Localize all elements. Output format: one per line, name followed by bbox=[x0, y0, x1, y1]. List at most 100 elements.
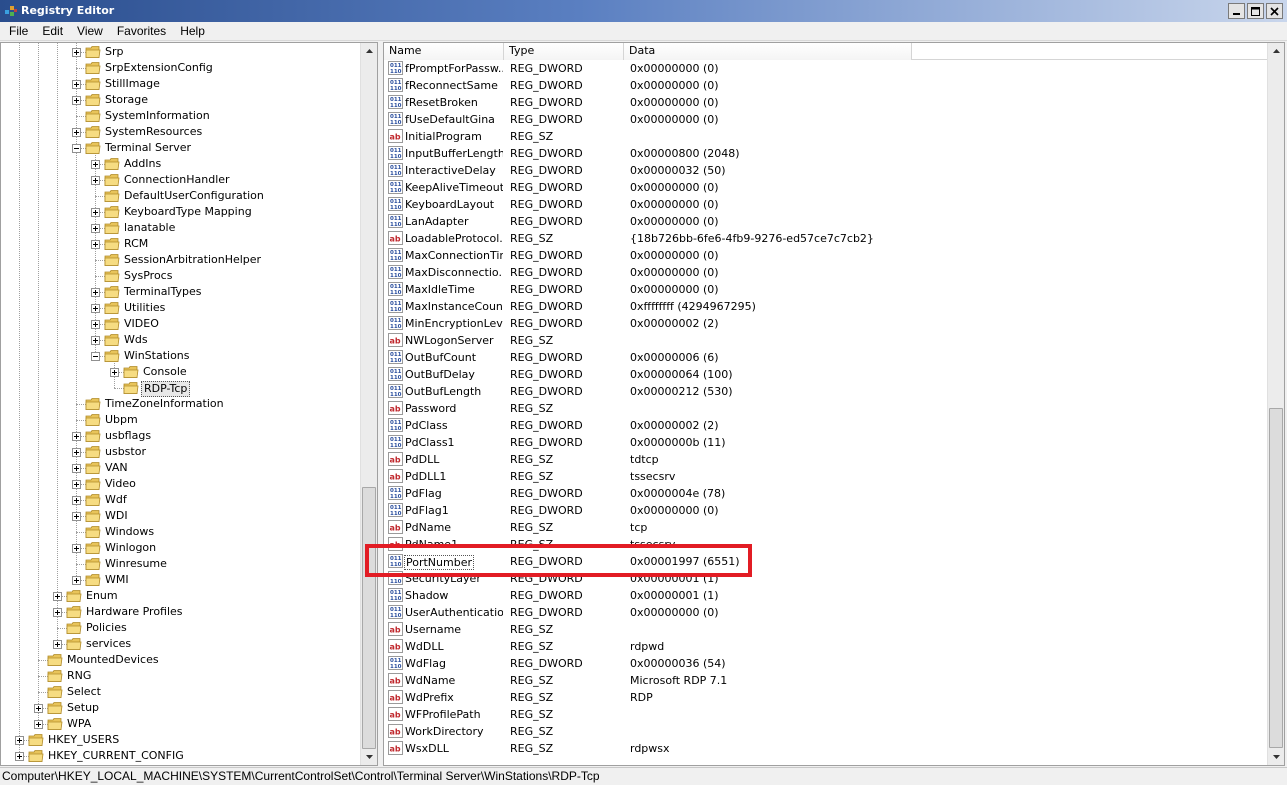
tree-node[interactable]: VIDEO bbox=[1, 316, 361, 332]
tree-node[interactable]: WDI bbox=[1, 508, 361, 524]
expand-toggle-icon[interactable] bbox=[34, 704, 43, 713]
expand-toggle-icon[interactable] bbox=[91, 176, 100, 185]
expand-toggle-icon[interactable] bbox=[91, 320, 100, 329]
values-scroll-down-button[interactable] bbox=[1268, 749, 1284, 765]
value-row[interactable]: 011 110 OutBufLength REG_DWORD 0x00000212 (5… bbox=[384, 383, 1268, 400]
tree-node[interactable]: WMI bbox=[1, 572, 361, 588]
tree-node[interactable]: Ubpm bbox=[1, 412, 361, 428]
value-row[interactable]: 011 110 LanAdapter REG_DWORD 0x00000000 (0) bbox=[384, 213, 1268, 230]
expand-toggle-icon[interactable] bbox=[72, 432, 81, 441]
tree-node[interactable]: usbstor bbox=[1, 444, 361, 460]
value-row[interactable]: ab Username REG_SZ bbox=[384, 621, 1268, 638]
expand-toggle-icon[interactable] bbox=[91, 160, 100, 169]
values-scrollbar[interactable] bbox=[1267, 43, 1284, 765]
tree-scroll-thumb[interactable] bbox=[362, 487, 376, 749]
value-row[interactable]: ab WdPrefix REG_SZ RDP bbox=[384, 689, 1268, 706]
values-scroll-thumb[interactable] bbox=[1269, 408, 1283, 748]
key-tree-pane[interactable]: Srp SrpExtensionConfig StillImage Storage Sy… bbox=[0, 42, 378, 766]
expand-toggle-icon[interactable] bbox=[53, 592, 62, 601]
tree-scroll-up-button[interactable] bbox=[361, 43, 377, 59]
close-button[interactable] bbox=[1266, 3, 1283, 19]
expand-toggle-icon[interactable] bbox=[91, 288, 100, 297]
value-row[interactable]: 011 110 MaxInstanceCount REG_DWORD 0xfffffff… bbox=[384, 298, 1268, 315]
tree-node[interactable]: Video bbox=[1, 476, 361, 492]
value-row[interactable]: 011 110 MaxDisconnectio... REG_DWORD 0x00000… bbox=[384, 264, 1268, 281]
tree-node[interactable]: DefaultUserConfiguration bbox=[1, 188, 361, 204]
tree-node[interactable]: RDP-Tcp bbox=[1, 380, 361, 397]
tree-node[interactable]: RNG bbox=[1, 668, 361, 684]
value-row[interactable]: ab WdName REG_SZ Microsoft RDP 7.1 bbox=[384, 672, 1268, 689]
value-row[interactable]: 011 110 OutBufCount REG_DWORD 0x00000006 (6) bbox=[384, 349, 1268, 366]
tree-scrollbar[interactable] bbox=[360, 43, 377, 765]
value-row[interactable]: ab WFProfilePath REG_SZ bbox=[384, 706, 1268, 723]
tree-node[interactable]: SrpExtensionConfig bbox=[1, 60, 361, 76]
value-row[interactable]: 011 110 fReconnectSame REG_DWORD 0x00000000 … bbox=[384, 77, 1268, 94]
expand-toggle-icon[interactable] bbox=[72, 576, 81, 585]
tree-node[interactable]: StillImage bbox=[1, 76, 361, 92]
value-row[interactable]: 011 110 PdFlag1 REG_DWORD 0x00000000 (0) bbox=[384, 502, 1268, 519]
expand-toggle-icon[interactable] bbox=[91, 208, 100, 217]
column-header-name[interactable]: Name bbox=[384, 43, 504, 60]
value-row[interactable]: ab PdName1 REG_SZ tssecsrv bbox=[384, 536, 1268, 553]
value-row[interactable]: 011 110 OutBufDelay REG_DWORD 0x00000064 (10… bbox=[384, 366, 1268, 383]
tree-node[interactable]: WinStations bbox=[1, 348, 361, 364]
tree-node[interactable]: HKEY_USERS bbox=[1, 732, 361, 748]
expand-toggle-icon[interactable] bbox=[53, 640, 62, 649]
tree-node[interactable]: SystemResources bbox=[1, 124, 361, 140]
expand-toggle-icon[interactable] bbox=[72, 496, 81, 505]
value-row[interactable]: 011 110 fPromptForPassw... REG_DWORD 0x00000… bbox=[384, 60, 1268, 77]
tree-scroll-down-button[interactable] bbox=[361, 749, 377, 765]
tree-node[interactable]: Enum bbox=[1, 588, 361, 604]
tree-node[interactable]: usbflags bbox=[1, 428, 361, 444]
expand-toggle-icon[interactable] bbox=[72, 80, 81, 89]
value-row[interactable]: 011 110 InputBufferLength REG_DWORD 0x000008… bbox=[384, 145, 1268, 162]
expand-toggle-icon[interactable] bbox=[110, 368, 119, 377]
value-row[interactable]: 011 110 WdFlag REG_DWORD 0x00000036 (54) bbox=[384, 655, 1268, 672]
expand-toggle-icon[interactable] bbox=[72, 448, 81, 457]
tree-node[interactable]: SystemInformation bbox=[1, 108, 361, 124]
expand-toggle-icon[interactable] bbox=[72, 96, 81, 105]
tree-node[interactable]: ConnectionHandler bbox=[1, 172, 361, 188]
expand-toggle-icon[interactable] bbox=[91, 224, 100, 233]
tree-node[interactable]: Terminal Server bbox=[1, 140, 361, 156]
column-header-type[interactable]: Type bbox=[504, 43, 624, 60]
expand-toggle-icon[interactable] bbox=[53, 608, 62, 617]
expand-toggle-icon[interactable] bbox=[91, 240, 100, 249]
menu-favorites[interactable]: Favorites bbox=[110, 24, 173, 38]
tree-node[interactable]: Windows bbox=[1, 524, 361, 540]
tree-node[interactable]: lanatable bbox=[1, 220, 361, 236]
value-row[interactable]: 011110MaxConnectionTime REG_DWORD 0x000000… bbox=[384, 247, 1268, 264]
expand-toggle-icon[interactable] bbox=[15, 736, 24, 745]
tree-node[interactable]: services bbox=[1, 636, 361, 652]
maximize-button[interactable] bbox=[1247, 3, 1264, 19]
value-row[interactable]: 011 110 UserAuthentication REG_DWORD 0x00000… bbox=[384, 604, 1268, 621]
value-row[interactable]: ab WdDLL REG_SZ rdpwd bbox=[384, 638, 1268, 655]
tree-node[interactable]: Winresume bbox=[1, 556, 361, 572]
tree-node[interactable]: Utilities bbox=[1, 300, 361, 316]
tree-node[interactable]: SessionArbitrationHelper bbox=[1, 252, 361, 268]
tree-node[interactable]: HKEY_CURRENT_CONFIG bbox=[1, 748, 361, 764]
values-list-pane[interactable]: Name Type Data 011 110 fPromptForPassw... R… bbox=[383, 42, 1285, 766]
value-row[interactable]: 011 110 PdFlag REG_DWORD 0x0000004e (78) bbox=[384, 485, 1268, 502]
expand-toggle-icon[interactable] bbox=[72, 464, 81, 473]
value-row[interactable]: ab LoadableProtocol... REG_SZ {18b726bb-6fe… bbox=[384, 230, 1268, 247]
value-row[interactable]: 011 110 PdClass REG_DWORD 0x00000002 (2) bbox=[384, 417, 1268, 434]
tree-node[interactable]: Hardware Profiles bbox=[1, 604, 361, 620]
value-row[interactable]: ab WorkDirectory REG_SZ bbox=[384, 723, 1268, 740]
tree-node[interactable]: TerminalTypes bbox=[1, 284, 361, 300]
expand-toggle-icon[interactable] bbox=[72, 48, 81, 57]
value-row[interactable]: ab PdDLL REG_SZ tdtcp bbox=[384, 451, 1268, 468]
expand-toggle-icon[interactable] bbox=[91, 304, 100, 313]
expand-toggle-icon[interactable] bbox=[72, 512, 81, 521]
values-scroll-up-button[interactable] bbox=[1268, 43, 1284, 59]
value-row[interactable]: 011 110 SecurityLayer REG_DWORD 0x00000001 (… bbox=[384, 570, 1268, 587]
menu-view[interactable]: View bbox=[70, 24, 110, 38]
expand-toggle-icon[interactable] bbox=[91, 336, 100, 345]
expand-toggle-icon[interactable] bbox=[72, 128, 81, 137]
column-header-data[interactable]: Data bbox=[624, 43, 912, 60]
tree-node[interactable]: KeyboardType Mapping bbox=[1, 204, 361, 220]
value-row[interactable]: ab PdDLL1 REG_SZ tssecsrv bbox=[384, 468, 1268, 485]
expand-toggle-icon[interactable] bbox=[72, 480, 81, 489]
tree-node[interactable]: AddIns bbox=[1, 156, 361, 172]
tree-node[interactable]: Storage bbox=[1, 92, 361, 108]
